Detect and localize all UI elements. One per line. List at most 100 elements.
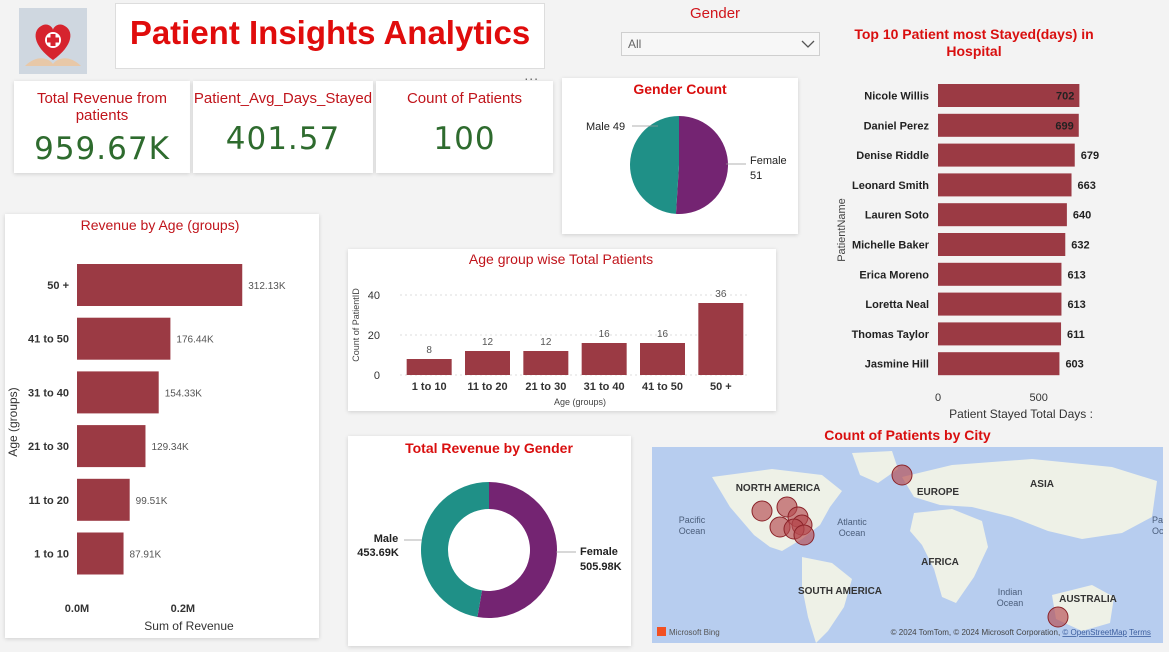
donut-label-female-value: 505.98K — [580, 561, 622, 573]
category-label: Loretta Neal — [865, 299, 929, 311]
bar[interactable] — [523, 351, 569, 375]
category-label: 11 to 20 — [29, 495, 69, 507]
bar[interactable] — [938, 322, 1062, 346]
bing-logo-icon — [657, 627, 666, 636]
gender-slicer-label: Gender — [690, 5, 741, 22]
bar[interactable] — [77, 478, 130, 521]
pie-slice[interactable] — [421, 482, 489, 618]
map-label-north-america: NORTH AMERICA — [736, 483, 821, 494]
bar[interactable] — [465, 351, 510, 375]
data-label: 679 — [1081, 150, 1099, 162]
x-axis-title: Age (groups) — [554, 397, 606, 407]
osm-link[interactable]: © OpenStreetMap — [1062, 628, 1127, 637]
map-label-south-america: SOUTH AMERICA — [798, 586, 882, 597]
more-options-button[interactable]: ... — [524, 67, 539, 83]
data-label: 36 — [715, 289, 727, 300]
bar[interactable] — [640, 343, 685, 375]
donut-label-female-name: Female — [580, 546, 618, 558]
pie-label-female-value: 51 — [750, 170, 762, 182]
kpi-value: 100 — [433, 121, 496, 157]
city-bubble[interactable] — [751, 500, 773, 522]
data-label: 87.91K — [130, 550, 162, 561]
map-label-pacific: Pacific Ocean — [679, 515, 706, 536]
category-label: Jasmine Hill — [865, 359, 929, 371]
pie-label-male-name: Male — [586, 121, 610, 133]
gender-count-chart: Gender Count Male 49 Female 51 — [586, 81, 787, 215]
data-label: 699 — [1055, 120, 1073, 132]
chart-title-line1: Top 10 Patient most Stayed(days) in — [854, 26, 1093, 42]
data-label: 99.51K — [136, 496, 168, 507]
africa-land — [910, 509, 988, 603]
map-title: Count of Patients by City — [824, 427, 991, 443]
category-label: Thomas Taylor — [852, 329, 930, 341]
bar[interactable] — [77, 317, 171, 360]
city-bubble[interactable] — [1047, 606, 1069, 628]
map-label-indian: Indian Ocean — [997, 587, 1024, 608]
bar[interactable] — [938, 233, 1066, 256]
bar[interactable] — [938, 352, 1060, 376]
chevron-down-icon — [801, 40, 815, 48]
data-label: 8 — [426, 345, 432, 356]
city-bubble[interactable] — [891, 464, 913, 486]
title-box: Patient Insights Analytics — [116, 4, 544, 68]
world-map: NORTH AMERICA EUROPE ASIA AFRICA SOUTH A… — [657, 451, 1163, 643]
category-label: Michelle Baker — [852, 240, 930, 252]
pie-slice[interactable] — [630, 116, 679, 214]
pie-slice[interactable] — [675, 116, 729, 215]
x-tick-label: 0.2M — [171, 603, 195, 615]
data-label: 12 — [540, 337, 552, 348]
revenue-by-age-card: Revenue by Age (groups) Age (groups) 50 … — [5, 214, 319, 638]
bar[interactable] — [938, 292, 1062, 316]
revenue-by-gender-card: Total Revenue by Gender Male 453.69K Fem… — [348, 436, 631, 646]
category-label: Daniel Perez — [864, 120, 930, 132]
bar[interactable] — [581, 343, 627, 375]
kpi-label: Count of Patients — [406, 90, 523, 107]
data-label: 613 — [1067, 299, 1085, 311]
donut-label-male-name: Male — [374, 533, 398, 545]
data-label: 640 — [1073, 210, 1091, 222]
bar[interactable] — [77, 371, 159, 414]
bar[interactable] — [698, 303, 744, 375]
x-axis-title: Patient Stayed Total Days : — [949, 407, 1093, 421]
donut-label-male-value: 453.69K — [357, 547, 399, 559]
revenue-by-age-chart: Revenue by Age (groups) Age (groups) 50 … — [6, 217, 286, 633]
gender-dropdown[interactable]: All — [621, 32, 820, 56]
map-label-africa: AFRICA — [921, 557, 959, 568]
data-label: 312.13K — [248, 281, 286, 292]
kpi-label: Patient_Avg_Days_Stayed — [193, 90, 373, 107]
chart-title-line2: Hospital — [946, 43, 1001, 59]
kpi-avg-days: Patient_Avg_Days_Stayed 401.57 — [193, 81, 373, 173]
city-map[interactable]: NORTH AMERICA EUROPE ASIA AFRICA SOUTH A… — [652, 447, 1163, 643]
age-group-chart: Age group wise Total Patients Count of P… — [351, 251, 750, 407]
city-bubble[interactable] — [793, 524, 815, 546]
category-label: 1 to 10 — [34, 549, 69, 561]
category-label: Erica Moreno — [859, 269, 929, 281]
map-brand: Microsoft Bing — [669, 628, 720, 637]
x-tick-label: 500 — [1030, 392, 1048, 404]
x-tick-label: 0 — [935, 392, 941, 404]
bar[interactable] — [938, 173, 1072, 197]
chart-title: Age group wise Total Patients — [469, 251, 653, 267]
y-tick-label: 40 — [368, 290, 380, 302]
data-label: 176.44K — [176, 335, 214, 346]
terms-link[interactable]: Terms — [1129, 628, 1151, 637]
bar[interactable] — [77, 425, 146, 468]
category-label: Leonard Smith — [852, 180, 929, 192]
data-label: 129.34K — [151, 442, 189, 453]
category-label: Nicole Willis — [864, 91, 929, 103]
gender-dropdown-value: All — [628, 37, 642, 51]
pie-slice[interactable] — [477, 482, 557, 618]
bar[interactable] — [77, 532, 124, 575]
data-label: 603 — [1065, 359, 1083, 371]
bar[interactable] — [938, 203, 1067, 227]
heart-care-logo-icon — [19, 8, 87, 74]
page-title: Patient Insights Analytics — [129, 14, 531, 51]
bar[interactable] — [938, 262, 1062, 286]
bar[interactable] — [406, 359, 452, 375]
bar[interactable] — [938, 143, 1075, 167]
kpi-value: 959.67K — [34, 131, 170, 167]
bar[interactable] — [77, 264, 243, 306]
data-label: 154.33K — [165, 388, 203, 399]
y-tick-label: 20 — [368, 330, 380, 342]
map-attribution: © 2024 TomTom, © 2024 Microsoft Corporat… — [891, 628, 1128, 637]
